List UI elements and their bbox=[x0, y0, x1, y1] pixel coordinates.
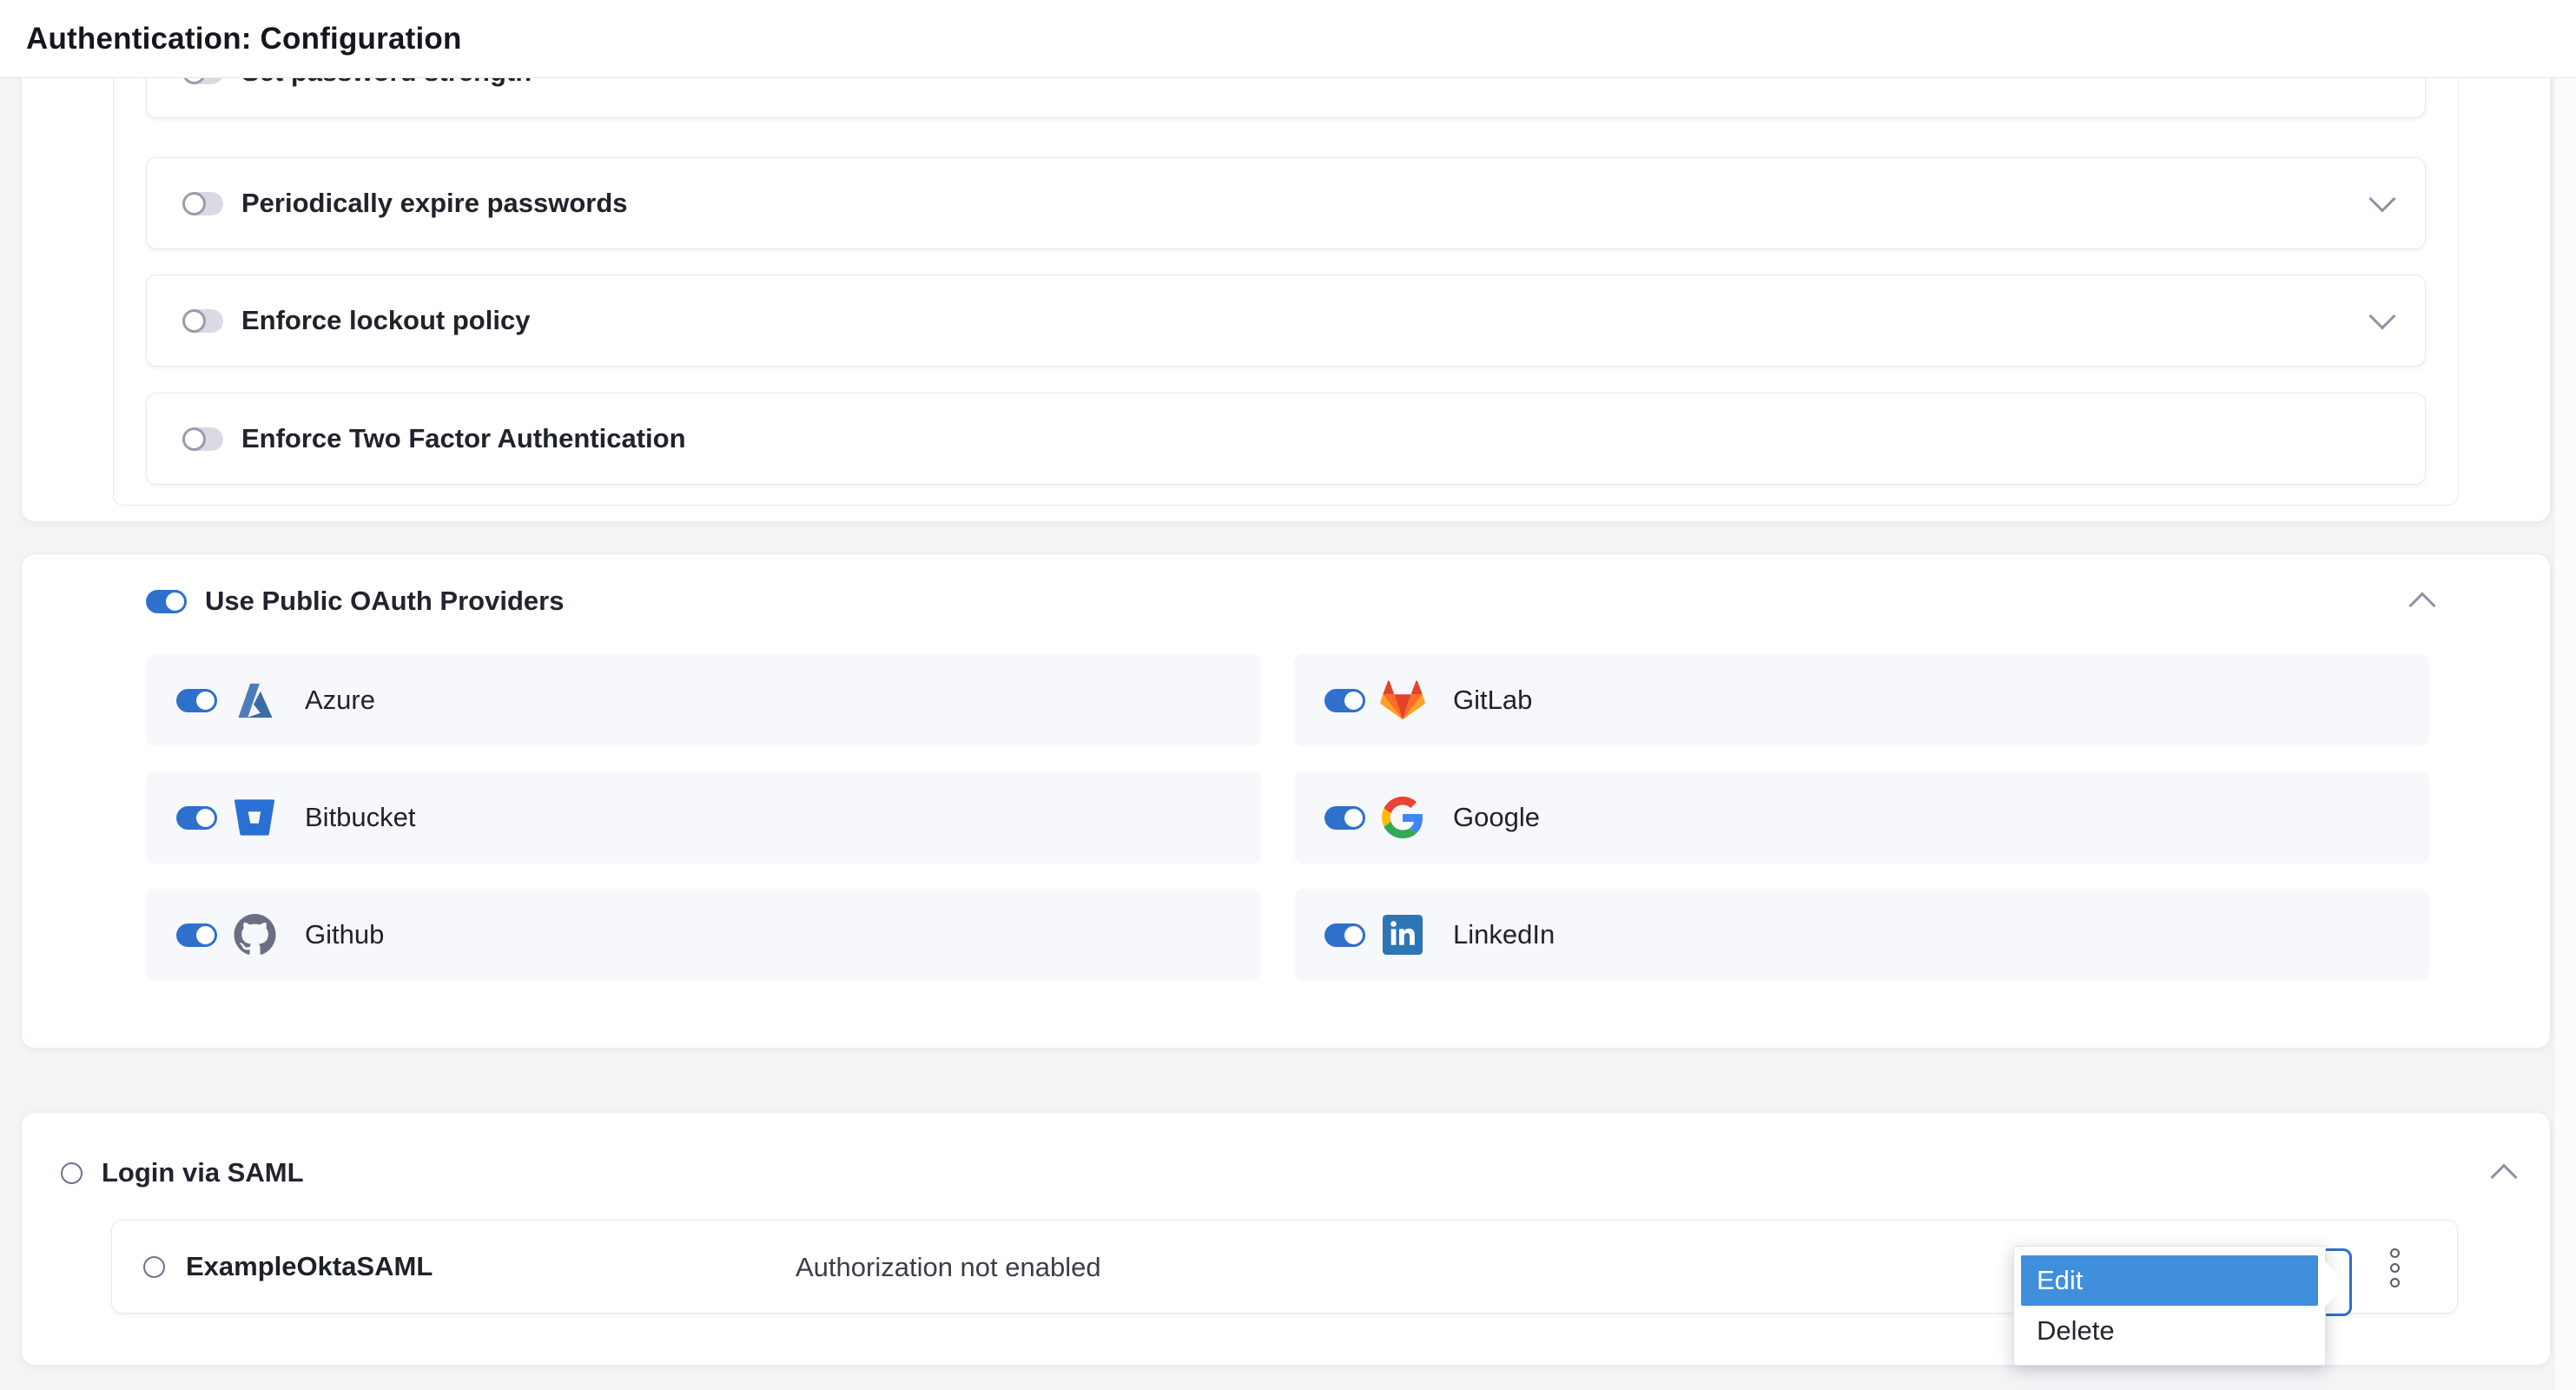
provider-row-linkedin: LinkedIn bbox=[1294, 889, 2429, 981]
bitbucket-icon bbox=[231, 795, 278, 840]
setting-label: Periodically expire passwords bbox=[241, 188, 628, 219]
page-header: Authentication: Configuration bbox=[0, 0, 2576, 78]
toggle-on[interactable] bbox=[1324, 923, 1364, 947]
provider-name: GitLab bbox=[1453, 685, 1532, 716]
gitlab-icon bbox=[1379, 678, 1426, 723]
saml-config-status: Authorization not enabled bbox=[796, 1221, 1101, 1314]
menu-pointer-notch bbox=[2324, 1261, 2347, 1307]
oauth-section-header: Use Public OAuth Providers bbox=[146, 578, 2432, 625]
setting-row-lockout-policy: Enforce lockout policy bbox=[146, 275, 2426, 367]
provider-name: Github bbox=[305, 919, 384, 950]
google-icon bbox=[1379, 795, 1426, 840]
setting-label: Enforce Two Factor Authentication bbox=[241, 423, 686, 454]
toggle-off[interactable] bbox=[183, 309, 223, 333]
context-menu: Edit Delete bbox=[2013, 1246, 2326, 1366]
toggle-on[interactable] bbox=[176, 689, 216, 712]
toggle-off[interactable] bbox=[183, 427, 223, 451]
toggle-on[interactable] bbox=[146, 590, 186, 613]
chevron-up-icon[interactable] bbox=[2490, 1163, 2517, 1190]
azure-icon bbox=[231, 678, 278, 723]
chevron-down-icon[interactable] bbox=[2368, 185, 2395, 212]
saml-section-label: Login via SAML bbox=[102, 1157, 304, 1188]
linkedin-icon bbox=[1379, 912, 1426, 957]
toggle-on[interactable] bbox=[176, 923, 216, 947]
scrollbar-track[interactable] bbox=[2553, 78, 2576, 1390]
toggle-on[interactable] bbox=[176, 806, 216, 830]
toggle-off[interactable] bbox=[183, 192, 223, 215]
setting-row-two-factor: Enforce Two Factor Authentication bbox=[146, 393, 2426, 485]
provider-row-github: Github bbox=[146, 889, 1261, 981]
provider-name: Bitbucket bbox=[305, 802, 416, 833]
menu-item-edit[interactable]: Edit bbox=[2021, 1255, 2318, 1306]
chevron-up-icon[interactable] bbox=[2408, 592, 2435, 619]
saml-config-name: ExampleOktaSAML bbox=[186, 1251, 433, 1282]
chevron-down-icon[interactable] bbox=[2368, 302, 2395, 329]
saml-section-header: Login via SAML bbox=[61, 1149, 2513, 1196]
github-icon bbox=[231, 912, 278, 957]
provider-name: Azure bbox=[305, 685, 375, 716]
provider-name: Google bbox=[1453, 802, 1540, 833]
toggle-on[interactable] bbox=[1324, 689, 1364, 712]
radio-saml-config[interactable] bbox=[143, 1256, 165, 1278]
provider-row-gitlab: GitLab bbox=[1294, 654, 2429, 746]
kebab-menu-icon[interactable] bbox=[2390, 1221, 2400, 1314]
provider-row-azure: Azure bbox=[146, 654, 1261, 746]
toggle-on[interactable] bbox=[1324, 806, 1364, 830]
page-title: Authentication: Configuration bbox=[26, 22, 462, 56]
menu-item-delete[interactable]: Delete bbox=[2021, 1306, 2318, 1356]
provider-name: LinkedIn bbox=[1453, 919, 1555, 950]
provider-row-bitbucket: Bitbucket bbox=[146, 771, 1261, 864]
provider-row-google: Google bbox=[1294, 771, 2429, 864]
radio-login-via-saml[interactable] bbox=[61, 1162, 83, 1184]
setting-label: Enforce lockout policy bbox=[241, 305, 530, 336]
setting-row-expire-passwords: Periodically expire passwords bbox=[146, 157, 2426, 249]
oauth-section-label: Use Public OAuth Providers bbox=[205, 586, 564, 617]
